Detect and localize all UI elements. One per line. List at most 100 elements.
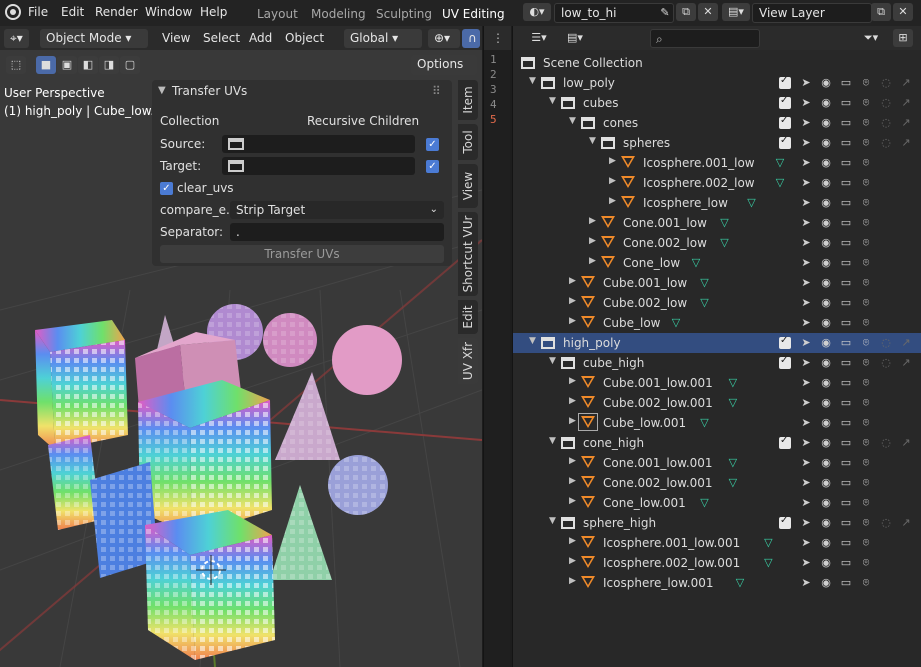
select-toggle-icon[interactable]: ➤: [799, 116, 813, 129]
render-camera-icon[interactable]: ⌾: [859, 336, 873, 350]
select-toggle-icon[interactable]: ➤: [799, 356, 813, 369]
expand-arrow-icon[interactable]: ▶: [589, 236, 596, 246]
select-toggle-icon[interactable]: ➤: [799, 96, 813, 109]
outliner-object-row[interactable]: ▶ Cube.001_low ▽ ➤ ◉ ▭ ⌾: [513, 273, 921, 293]
select-toggle-icon[interactable]: ➤: [799, 156, 813, 169]
filter-icon[interactable]: ⏷▾: [857, 29, 885, 47]
scene-selector-icon[interactable]: ◐▾: [523, 3, 551, 21]
outliner-object-row[interactable]: ▶ Cone.002_low ▽ ➤ ◉ ▭ ⌾: [513, 233, 921, 253]
expand-arrow-icon[interactable]: ▶: [569, 496, 576, 506]
select-invert-icon[interactable]: ◨: [99, 56, 119, 74]
tab-modeling[interactable]: Modeling: [311, 7, 366, 21]
indirect-only-icon[interactable]: ↗: [899, 436, 913, 449]
viewport-display-icon[interactable]: ▭: [839, 136, 853, 149]
cube-back-left[interactable]: [35, 320, 128, 450]
eye-icon[interactable]: ◉: [819, 376, 833, 389]
mesh-data-icon[interactable]: ▽: [764, 537, 776, 549]
viewport-display-icon[interactable]: ▭: [839, 516, 853, 529]
outliner-object-row[interactable]: ▶ Icosphere_low ▽ ➤ ◉ ▭ ⌾: [513, 193, 921, 213]
viewport-display-icon[interactable]: ▭: [839, 376, 853, 389]
viewport-display-icon[interactable]: ▭: [839, 196, 853, 209]
outliner-object-row[interactable]: ▶ Cube.001_low.001 ▽ ➤ ◉ ▭ ⌾: [513, 373, 921, 393]
eye-icon[interactable]: ◉: [819, 556, 833, 569]
outliner-object-row[interactable]: ▶ Cube_low ▽ ➤ ◉ ▭ ⌾: [513, 313, 921, 333]
tab-view[interactable]: View: [458, 164, 478, 208]
render-camera-icon[interactable]: ⌾: [859, 516, 873, 530]
render-camera-icon[interactable]: ⌾: [859, 476, 873, 490]
display-mode-icon[interactable]: ▤▾: [561, 29, 589, 47]
eye-icon[interactable]: ◉: [819, 136, 833, 149]
tab-edit[interactable]: Edit: [458, 300, 478, 334]
mesh-data-icon[interactable]: ▽: [700, 277, 712, 289]
viewport-display-icon[interactable]: ▭: [839, 176, 853, 189]
select-subtract-icon[interactable]: ◧: [78, 56, 98, 74]
outliner-object-row[interactable]: ▶ Cube.002_low.001 ▽ ➤ ◉ ▭ ⌾: [513, 393, 921, 413]
menu-lines-icon[interactable]: ⋮: [492, 31, 504, 45]
outliner-object-row[interactable]: ▶ Icosphere.001_low ▽ ➤ ◉ ▭ ⌾: [513, 153, 921, 173]
render-camera-icon[interactable]: ⌾: [859, 276, 873, 290]
view-layer-field[interactable]: View Layer: [752, 3, 872, 23]
menu-object[interactable]: Object: [285, 31, 324, 45]
drag-handle-icon[interactable]: ⠿: [432, 84, 441, 98]
tab-uv-editing[interactable]: UV Editing: [442, 7, 505, 21]
mesh-data-icon[interactable]: ▽: [764, 557, 776, 569]
menu-add[interactable]: Add: [249, 31, 272, 45]
render-camera-icon[interactable]: ⌾: [859, 236, 873, 250]
outliner-object-row[interactable]: ▶ Cone_low ▽ ➤ ◉ ▭ ⌾: [513, 253, 921, 273]
panel-title[interactable]: Transfer UVs: [172, 84, 247, 98]
render-camera-icon[interactable]: ⌾: [859, 576, 873, 590]
mesh-data-icon[interactable]: ▽: [729, 397, 741, 409]
select-extend-icon[interactable]: ▣: [57, 56, 77, 74]
eye-icon[interactable]: ◉: [819, 356, 833, 369]
collapse-arrow-icon[interactable]: ▼: [589, 136, 596, 146]
snap-icon[interactable]: ∩: [462, 29, 480, 48]
exclude-checkbox[interactable]: [779, 95, 791, 109]
select-toggle-icon[interactable]: ➤: [799, 296, 813, 309]
viewport-display-icon[interactable]: ▭: [839, 276, 853, 289]
render-camera-icon[interactable]: ⌾: [859, 136, 873, 150]
select-toggle-icon[interactable]: ➤: [799, 416, 813, 429]
select-toggle-icon[interactable]: ➤: [799, 76, 813, 89]
expand-arrow-icon[interactable]: ▶: [569, 316, 576, 326]
3d-viewport[interactable]: ⌖▾ Object Mode ▾ View Select Add Object …: [0, 26, 482, 667]
mesh-data-icon[interactable]: ▽: [729, 457, 741, 469]
outliner-editor-icon[interactable]: ☰▾: [525, 29, 553, 47]
scene-collection-row[interactable]: Scene Collection: [513, 53, 921, 73]
select-toggle-icon[interactable]: ➤: [799, 176, 813, 189]
outliner-collection-row[interactable]: ▼ sphere_high ➤ ◉ ▭ ⌾ ◌ ↗: [513, 513, 921, 533]
viewport-display-icon[interactable]: ▭: [839, 116, 853, 129]
exclude-checkbox[interactable]: [779, 435, 791, 449]
outliner-collection-row[interactable]: ▼ cone_high ➤ ◉ ▭ ⌾ ◌ ↗: [513, 433, 921, 453]
expand-arrow-icon[interactable]: ▶: [569, 376, 576, 386]
indirect-only-icon[interactable]: ↗: [899, 76, 913, 89]
indirect-only-icon[interactable]: ↗: [899, 336, 913, 349]
viewport-display-icon[interactable]: ▭: [839, 236, 853, 249]
mesh-data-icon[interactable]: ▽: [729, 477, 741, 489]
expand-arrow-icon[interactable]: ▶: [609, 156, 616, 166]
viewport-display-icon[interactable]: ▭: [839, 476, 853, 489]
eye-icon[interactable]: ◉: [819, 396, 833, 409]
exclude-checkbox[interactable]: [779, 335, 791, 349]
render-camera-icon[interactable]: ⌾: [859, 176, 873, 190]
viewport-display-icon[interactable]: ▭: [839, 456, 853, 469]
select-toggle-icon[interactable]: ➤: [799, 576, 813, 589]
render-camera-icon[interactable]: ⌾: [859, 216, 873, 230]
indirect-only-icon[interactable]: ↗: [899, 516, 913, 529]
expand-arrow-icon[interactable]: ▶: [589, 216, 596, 226]
outliner-object-row[interactable]: ▶ Cone.001_low ▽ ➤ ◉ ▭ ⌾: [513, 213, 921, 233]
mesh-data-icon[interactable]: ▽: [729, 377, 741, 389]
select-toggle-icon[interactable]: ➤: [799, 436, 813, 449]
eye-icon[interactable]: ◉: [819, 476, 833, 489]
menu-window[interactable]: Window: [145, 5, 192, 19]
viewport-display-icon[interactable]: ▭: [839, 296, 853, 309]
select-new-icon[interactable]: ■: [36, 56, 56, 74]
select-toggle-icon[interactable]: ➤: [799, 516, 813, 529]
viewport-display-icon[interactable]: ▭: [839, 496, 853, 509]
eye-icon[interactable]: ◉: [819, 156, 833, 169]
select-toggle-icon[interactable]: ➤: [799, 136, 813, 149]
exclude-checkbox[interactable]: [779, 115, 791, 129]
viewport-display-icon[interactable]: ▭: [839, 156, 853, 169]
select-toggle-icon[interactable]: ➤: [799, 496, 813, 509]
expand-arrow-icon[interactable]: ▶: [569, 556, 576, 566]
exclude-checkbox[interactable]: [779, 135, 791, 149]
